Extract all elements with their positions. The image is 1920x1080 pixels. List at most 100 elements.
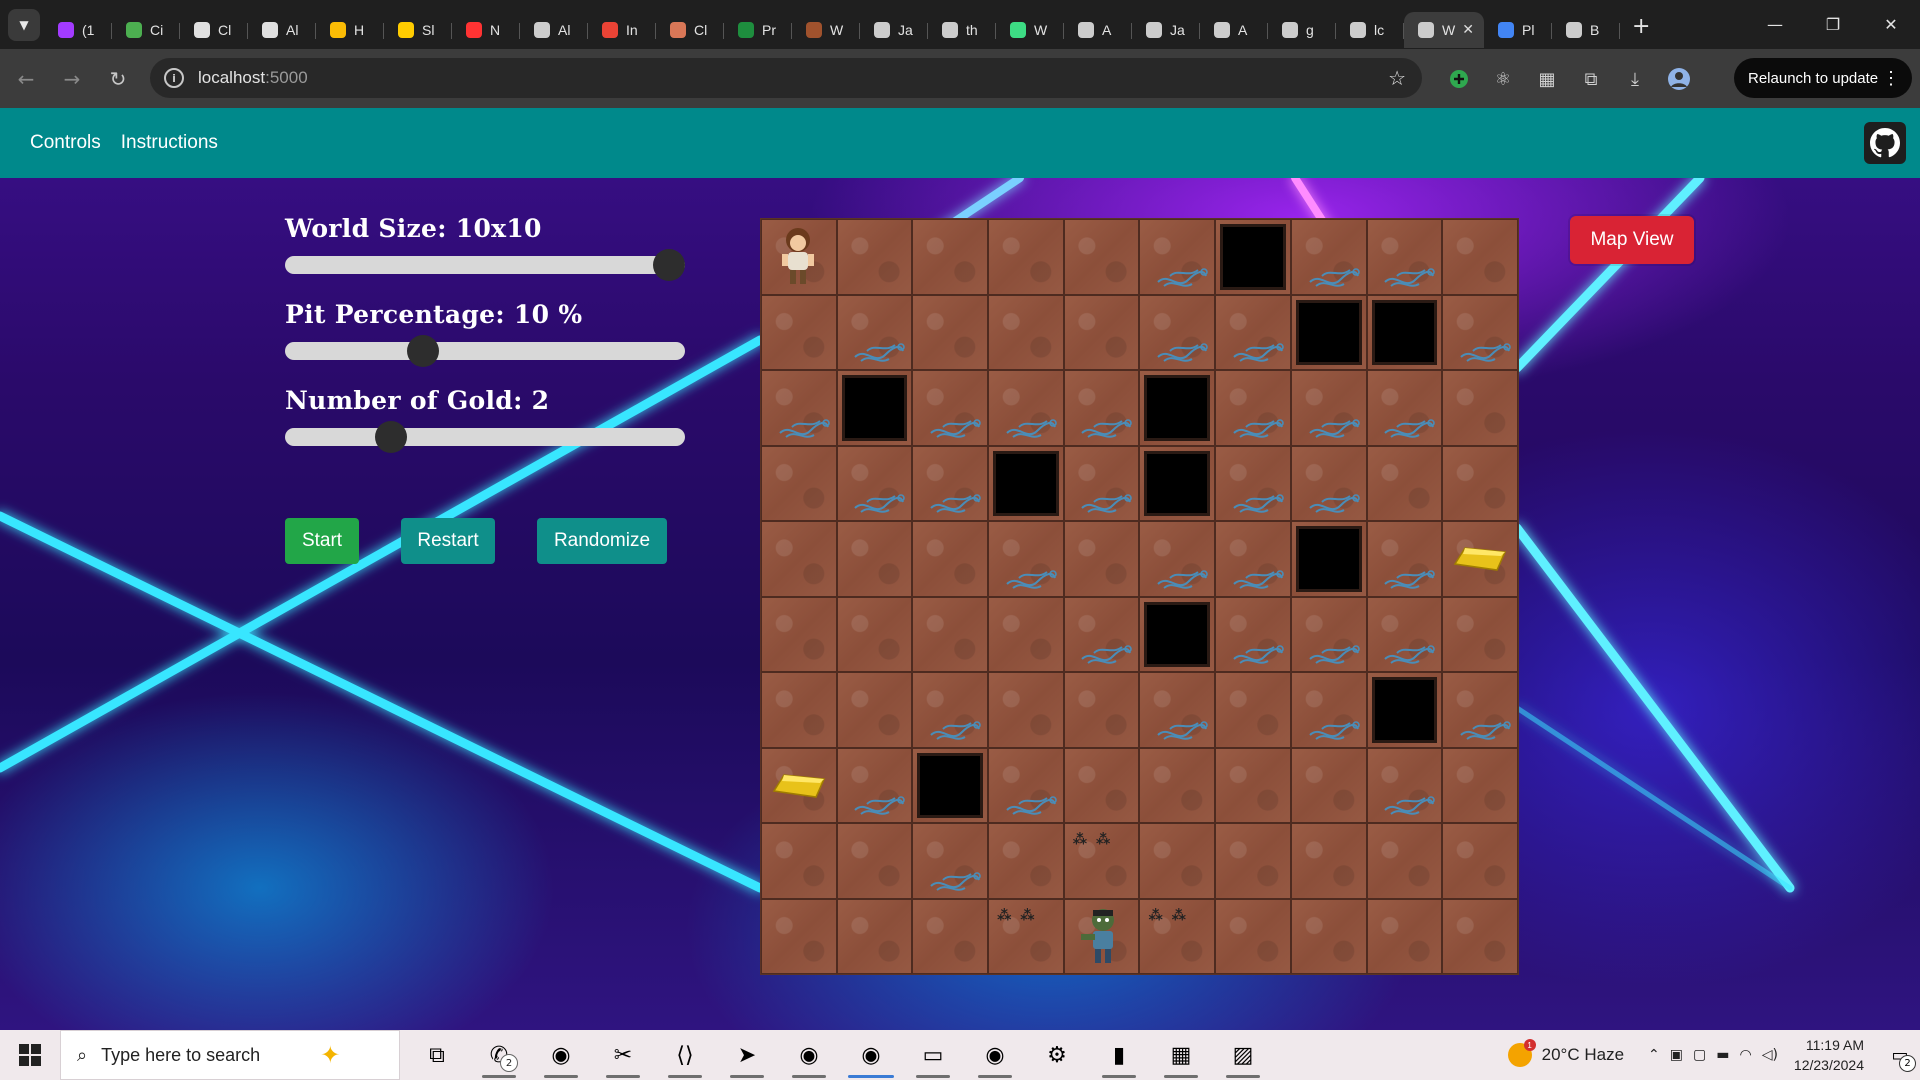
breeze-icon: [1157, 343, 1208, 362]
weather-widget[interactable]: 1 20°C Haze: [1507, 1039, 1624, 1067]
extension-grid-icon[interactable]: ▦: [1528, 60, 1566, 98]
gold-count-slider[interactable]: [285, 421, 685, 453]
grid-cell: [1442, 672, 1518, 748]
taskbar-app[interactable]: ✆ 2: [468, 1030, 530, 1080]
browser-tab[interactable]: H: [316, 12, 384, 48]
map-view-button[interactable]: Map View: [1570, 216, 1694, 264]
browser-tab[interactable]: W: [792, 12, 860, 48]
grid-cell: [1063, 294, 1140, 370]
meet-now-icon[interactable]: ▣: [1670, 1047, 1683, 1063]
browser-tab[interactable]: Cl: [656, 12, 724, 48]
infinity-icon: [466, 21, 482, 38]
grid-cell: [761, 219, 837, 295]
reload-icon: ↻: [109, 66, 127, 91]
downloads-icon[interactable]: ⤓: [1616, 60, 1654, 98]
github-link-button[interactable]: [1864, 122, 1906, 164]
grid-cell: [1139, 596, 1216, 672]
grid-cell: [761, 521, 837, 597]
randomize-button[interactable]: Randomize: [537, 518, 667, 564]
taskbar-clock[interactable]: 11:19 AM 12/23/2024: [1794, 1035, 1864, 1075]
browser-tab[interactable]: Pr: [724, 12, 792, 48]
restore-button[interactable]: ❐: [1804, 0, 1862, 49]
browser-tab[interactable]: Al: [520, 12, 588, 48]
tab-title: th: [966, 21, 978, 38]
restart-button[interactable]: Restart: [401, 518, 495, 564]
back-button[interactable]: ←: [6, 59, 46, 99]
browser-tab[interactable]: B: [1552, 12, 1620, 48]
browser-tab[interactable]: Sl: [384, 12, 452, 48]
start-button[interactable]: Start: [285, 518, 359, 564]
taskbar-app[interactable]: ▭: [902, 1030, 964, 1080]
bookmark-star-icon[interactable]: ☆: [1388, 66, 1406, 90]
world-size-thumb[interactable]: [653, 249, 685, 281]
stench-icon: ⁂ ⁂: [997, 907, 1037, 924]
taskbar-app[interactable]: ➤: [716, 1030, 778, 1080]
taskbar-app[interactable]: ▦: [1150, 1030, 1212, 1080]
pit-percentage-thumb[interactable]: [407, 335, 439, 367]
close-tab-icon[interactable]: ✕: [1462, 21, 1474, 38]
minimize-button[interactable]: —: [1746, 0, 1804, 49]
wifi-icon[interactable]: ◠: [1739, 1047, 1751, 1063]
taskbar-app[interactable]: ◉: [840, 1030, 902, 1080]
breeze-icon: [778, 418, 830, 438]
browser-tab[interactable]: Ja: [1132, 12, 1200, 48]
site-info-icon[interactable]: i: [164, 68, 184, 88]
browser-tab[interactable]: Ja: [860, 12, 928, 48]
pit-percentage-slider[interactable]: [285, 335, 685, 367]
breeze-icon: [1384, 645, 1436, 664]
nav-instructions-link[interactable]: Instructions: [121, 132, 218, 154]
extension-react-icon[interactable]: ⚛: [1484, 60, 1522, 98]
display-icon[interactable]: ▢: [1693, 1047, 1706, 1063]
taskbar-app[interactable]: ◉: [964, 1030, 1026, 1080]
relaunch-update-button[interactable]: Relaunch to update ⋮: [1734, 58, 1912, 98]
taskbar-app[interactable]: ⚙: [1026, 1030, 1088, 1080]
address-bar[interactable]: i localhost:5000 ☆: [150, 58, 1422, 98]
browser-tab[interactable]: (1: [44, 12, 112, 48]
browser-tab[interactable]: Ci: [112, 12, 180, 48]
close-window-button[interactable]: ✕: [1862, 0, 1920, 49]
browser-tab[interactable]: Pl: [1484, 12, 1552, 48]
extension-green-plus-icon[interactable]: [1440, 60, 1478, 98]
reload-button[interactable]: ↻: [98, 59, 138, 99]
browser-tab[interactable]: Cl: [180, 12, 248, 48]
show-hidden-icons-chevron-icon[interactable]: ⌃: [1648, 1047, 1660, 1063]
notification-center-button[interactable]: ▭ 2: [1880, 1030, 1920, 1080]
taskbar-app[interactable]: ◉: [778, 1030, 840, 1080]
taskbar-app[interactable]: ⟨⟩: [654, 1030, 716, 1080]
taskbar-app[interactable]: ✂: [592, 1030, 654, 1080]
nav-controls-link[interactable]: Controls: [30, 132, 101, 154]
browser-tab[interactable]: W: [996, 12, 1064, 48]
taskbar-app[interactable]: ▮: [1088, 1030, 1150, 1080]
breeze-icon: [1308, 418, 1360, 438]
volume-icon[interactable]: ◁): [1762, 1047, 1778, 1063]
tab-title: Cl: [694, 21, 708, 38]
gold-count-thumb[interactable]: [375, 421, 407, 453]
forward-button[interactable]: →: [52, 59, 92, 99]
browser-tab[interactable]: g: [1268, 12, 1336, 48]
browser-tab[interactable]: A: [1200, 12, 1268, 48]
browser-tab[interactable]: th: [928, 12, 996, 48]
browser-tab[interactable]: W ✕: [1404, 11, 1484, 48]
file-explorer-icon: ▭: [922, 1042, 944, 1068]
globe-icon: [1350, 21, 1366, 38]
battery-icon[interactable]: ▬: [1716, 1047, 1729, 1063]
taskbar-app[interactable]: ▨: [1212, 1030, 1274, 1080]
taskbar-app[interactable]: ◉: [530, 1030, 592, 1080]
browser-tab[interactable]: N: [452, 12, 520, 48]
browser-tab[interactable]: In: [588, 12, 656, 48]
extensions-puzzle-icon[interactable]: ⧉: [1572, 60, 1610, 98]
browser-tab[interactable]: A: [1064, 12, 1132, 48]
windows-start-button[interactable]: [0, 1030, 60, 1080]
taskbar-app[interactable]: ⧉: [406, 1030, 468, 1080]
taskbar-search-box[interactable]: ⌕ Type here to search ✦: [60, 1030, 400, 1080]
taskbar-apps: ⧉ ✆ 2 ◉ ✂ ⟨⟩ ➤ ◉ ◉ ▭ ◉ ⚙ ▮ ▦ ▨: [406, 1030, 1274, 1080]
browser-tab[interactable]: lc: [1336, 12, 1404, 48]
profile-avatar[interactable]: [1660, 60, 1698, 98]
tab-title: W: [830, 21, 844, 38]
new-tab-button[interactable]: +: [1632, 14, 1650, 39]
browser-tab[interactable]: Al: [248, 12, 316, 48]
world-size-slider[interactable]: [285, 249, 685, 281]
tab-search-button[interactable]: ▼: [8, 8, 40, 41]
tab-title: A: [1102, 21, 1112, 38]
snipping-tool-icon: ✂: [613, 1042, 633, 1068]
